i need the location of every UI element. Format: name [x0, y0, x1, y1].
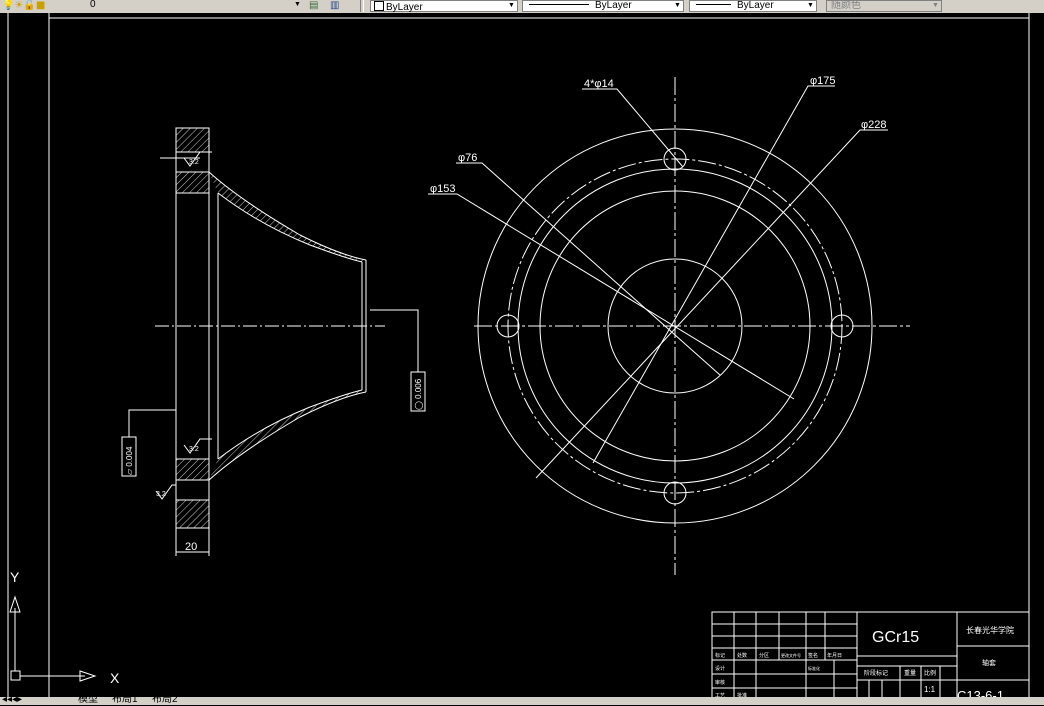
properties-toolbar: 💡☀🔓■ 0 ▼ ▤ ▥ ByLayer ▼ ByLayer ▼ ByLayer… — [0, 0, 1044, 14]
weight-label: 重量 — [904, 669, 916, 677]
scale-value: 1:1 — [924, 685, 936, 694]
plotstyle-control-value: 随颜色 — [831, 0, 861, 11]
ucs-x-label: X — [110, 670, 120, 686]
layer-dropdown[interactable]: 0 ▼ — [86, 0, 303, 12]
cell-count: 处数 — [737, 652, 747, 659]
lineweight-control-dropdown[interactable]: ByLayer ▼ — [689, 0, 817, 12]
chevron-down-icon: ▼ — [294, 1, 301, 8]
roughness-bottom: 3.2 — [189, 446, 199, 453]
drawing-number: C13-6-1 — [957, 688, 1004, 697]
tab-nav-arrows[interactable]: ◂◂◂▸ — [2, 694, 22, 706]
roughness-top: 3.2 — [189, 159, 199, 166]
lineweight-preview — [696, 4, 731, 5]
tolerance-circularity: ◯ 0.006 — [414, 378, 423, 410]
cell-zone: 分区 — [759, 652, 769, 659]
dimension-d76: φ76 — [458, 152, 477, 164]
cell-mark: 标记 — [715, 652, 725, 659]
material-label: GCr15 — [872, 629, 919, 646]
color-control-dropdown[interactable]: ByLayer ▼ — [370, 0, 518, 13]
linetype-control-dropdown[interactable]: ByLayer ▼ — [522, 0, 684, 12]
layout-tabs-bar: ◂◂◂▸ 模型 布局1 布局2 — [0, 694, 1044, 706]
roughness-flange: 3.2 — [156, 491, 166, 498]
scale-label: 比例 — [924, 669, 936, 677]
part-name: 轴套 — [982, 658, 996, 667]
make-layer-current-icon[interactable]: ▤ — [309, 0, 318, 12]
hole-pattern-label: 4*φ14 — [584, 78, 614, 90]
plotstyle-control-dropdown[interactable]: 随颜色 ▼ — [826, 0, 942, 12]
toolbar-separator — [360, 0, 364, 12]
chevron-down-icon: ▼ — [932, 2, 939, 9]
cell-change-doc: 更改文件号 — [781, 652, 801, 658]
linetype-control-value: ByLayer — [595, 0, 632, 11]
layer-name: 0 — [90, 0, 96, 10]
cell-date: 年月日 — [827, 652, 842, 659]
tab-layout1[interactable]: 布局1 — [112, 694, 138, 706]
layer-previous-icon[interactable]: ▥ — [330, 0, 339, 12]
drawing-canvas[interactable]: 20 3.2 3.2 3.2 ▱ 0.004 ◯ 0.006 4*φ14 φ17… — [0, 13, 1044, 697]
chevron-down-icon: ▼ — [807, 2, 814, 9]
chevron-down-icon: ▼ — [674, 2, 681, 9]
tolerance-flatness: ▱ 0.004 — [125, 446, 134, 475]
school-name: 长春光华学院 — [966, 625, 1014, 635]
hatch-flange-top — [175, 127, 210, 153]
tab-model[interactable]: 模型 — [78, 694, 98, 706]
cell-design: 设计 — [715, 665, 725, 672]
lineweight-control-value: ByLayer — [737, 0, 774, 11]
cell-standardize: 标准化 — [808, 665, 820, 671]
hatch-flange-bottom — [175, 499, 210, 529]
color-swatch — [374, 1, 384, 11]
hatch-flange-upper — [175, 171, 210, 194]
color-control-value: ByLayer — [386, 2, 423, 13]
cell-review: 审核 — [715, 679, 725, 686]
hatch-flange-lower — [175, 458, 210, 481]
layer-state-icons[interactable]: 💡☀🔓■ — [2, 0, 45, 12]
ucs-y-label: Y — [10, 569, 20, 585]
dimension-width: 20 — [185, 541, 197, 553]
cell-signature: 签名 — [808, 652, 818, 659]
stage-mark-label: 阶段标记 — [864, 669, 888, 677]
dimension-d153: φ153 — [430, 183, 456, 195]
chevron-down-icon: ▼ — [508, 2, 515, 9]
linetype-preview — [529, 4, 589, 5]
tab-layout2[interactable]: 布局2 — [152, 694, 178, 706]
dimension-d228: φ228 — [861, 119, 887, 131]
dimension-d175: φ175 — [810, 75, 836, 87]
